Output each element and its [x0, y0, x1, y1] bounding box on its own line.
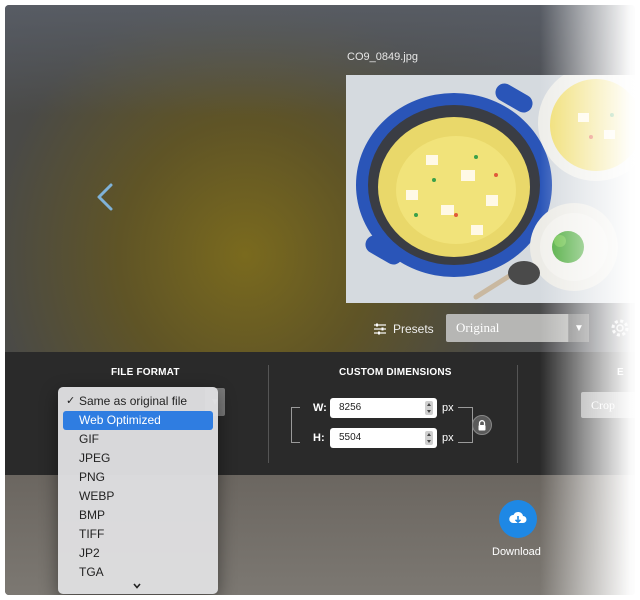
format-option-tga[interactable]: TGA	[63, 563, 213, 582]
width-stepper[interactable]	[425, 401, 433, 415]
format-option-png[interactable]: PNG	[63, 468, 213, 487]
format-option-same-as-original[interactable]: ✓ Same as original file	[63, 392, 213, 411]
dimension-bracket-left	[291, 407, 300, 443]
file-format-title: FILE FORMAT	[111, 367, 180, 378]
format-option-web-optimized[interactable]: Web Optimized	[63, 411, 213, 430]
download-label: Download	[492, 546, 541, 558]
height-stepper[interactable]	[425, 431, 433, 445]
checkmark-icon: ✓	[66, 395, 76, 407]
format-option-jp2[interactable]: JP2	[63, 544, 213, 563]
width-label: W:	[313, 402, 327, 414]
gear-icon[interactable]	[609, 317, 631, 339]
height-value: 5504	[339, 432, 362, 443]
crop-button-label: Crop	[591, 398, 615, 412]
presets-button[interactable]: Presets	[373, 319, 434, 339]
download-button[interactable]	[499, 500, 537, 538]
presets-label: Presets	[393, 322, 434, 336]
format-option-gif[interactable]: GIF	[63, 430, 213, 449]
format-option-jpeg[interactable]: JPEG	[63, 449, 213, 468]
file-name: CO9_0849.jpg	[347, 51, 418, 63]
sliders-icon	[374, 323, 386, 335]
height-input[interactable]: 5504	[330, 428, 437, 448]
format-option-bmp[interactable]: BMP	[63, 506, 213, 525]
section-divider	[517, 365, 518, 463]
image-preview	[346, 75, 635, 303]
lock-icon	[478, 419, 486, 430]
width-value: 8256	[339, 402, 362, 413]
back-arrow-icon[interactable]	[93, 177, 117, 217]
file-format-dropdown-menu[interactable]: ✓ Same as original file Web Optimized GI…	[58, 387, 218, 594]
height-label: H:	[313, 432, 325, 444]
chevron-down-icon[interactable]	[132, 581, 142, 591]
format-option-webp[interactable]: WEBP	[63, 487, 213, 506]
crop-button[interactable]: Crop	[581, 392, 635, 418]
aspect-lock-toggle[interactable]	[472, 415, 492, 435]
size-preset-value: Original	[456, 320, 500, 335]
dimension-bracket-right	[458, 407, 473, 443]
custom-dimensions-title: CUSTOM DIMENSIONS	[339, 367, 452, 378]
app-stage: CO9_0849.jpg Presets Original ▼ FILE FOR…	[5, 5, 635, 595]
format-option-tiff[interactable]: TIFF	[63, 525, 213, 544]
height-unit: px	[442, 432, 454, 444]
size-preset-select[interactable]: Original ▼	[446, 314, 589, 342]
food-photo	[346, 75, 635, 303]
width-unit: px	[442, 402, 454, 414]
cloud-download-icon	[509, 511, 527, 524]
section-divider	[268, 365, 269, 463]
width-input[interactable]: 8256	[330, 398, 437, 418]
section-title-partial: E	[617, 367, 624, 378]
dropdown-arrow-icon: ▼	[568, 314, 589, 342]
